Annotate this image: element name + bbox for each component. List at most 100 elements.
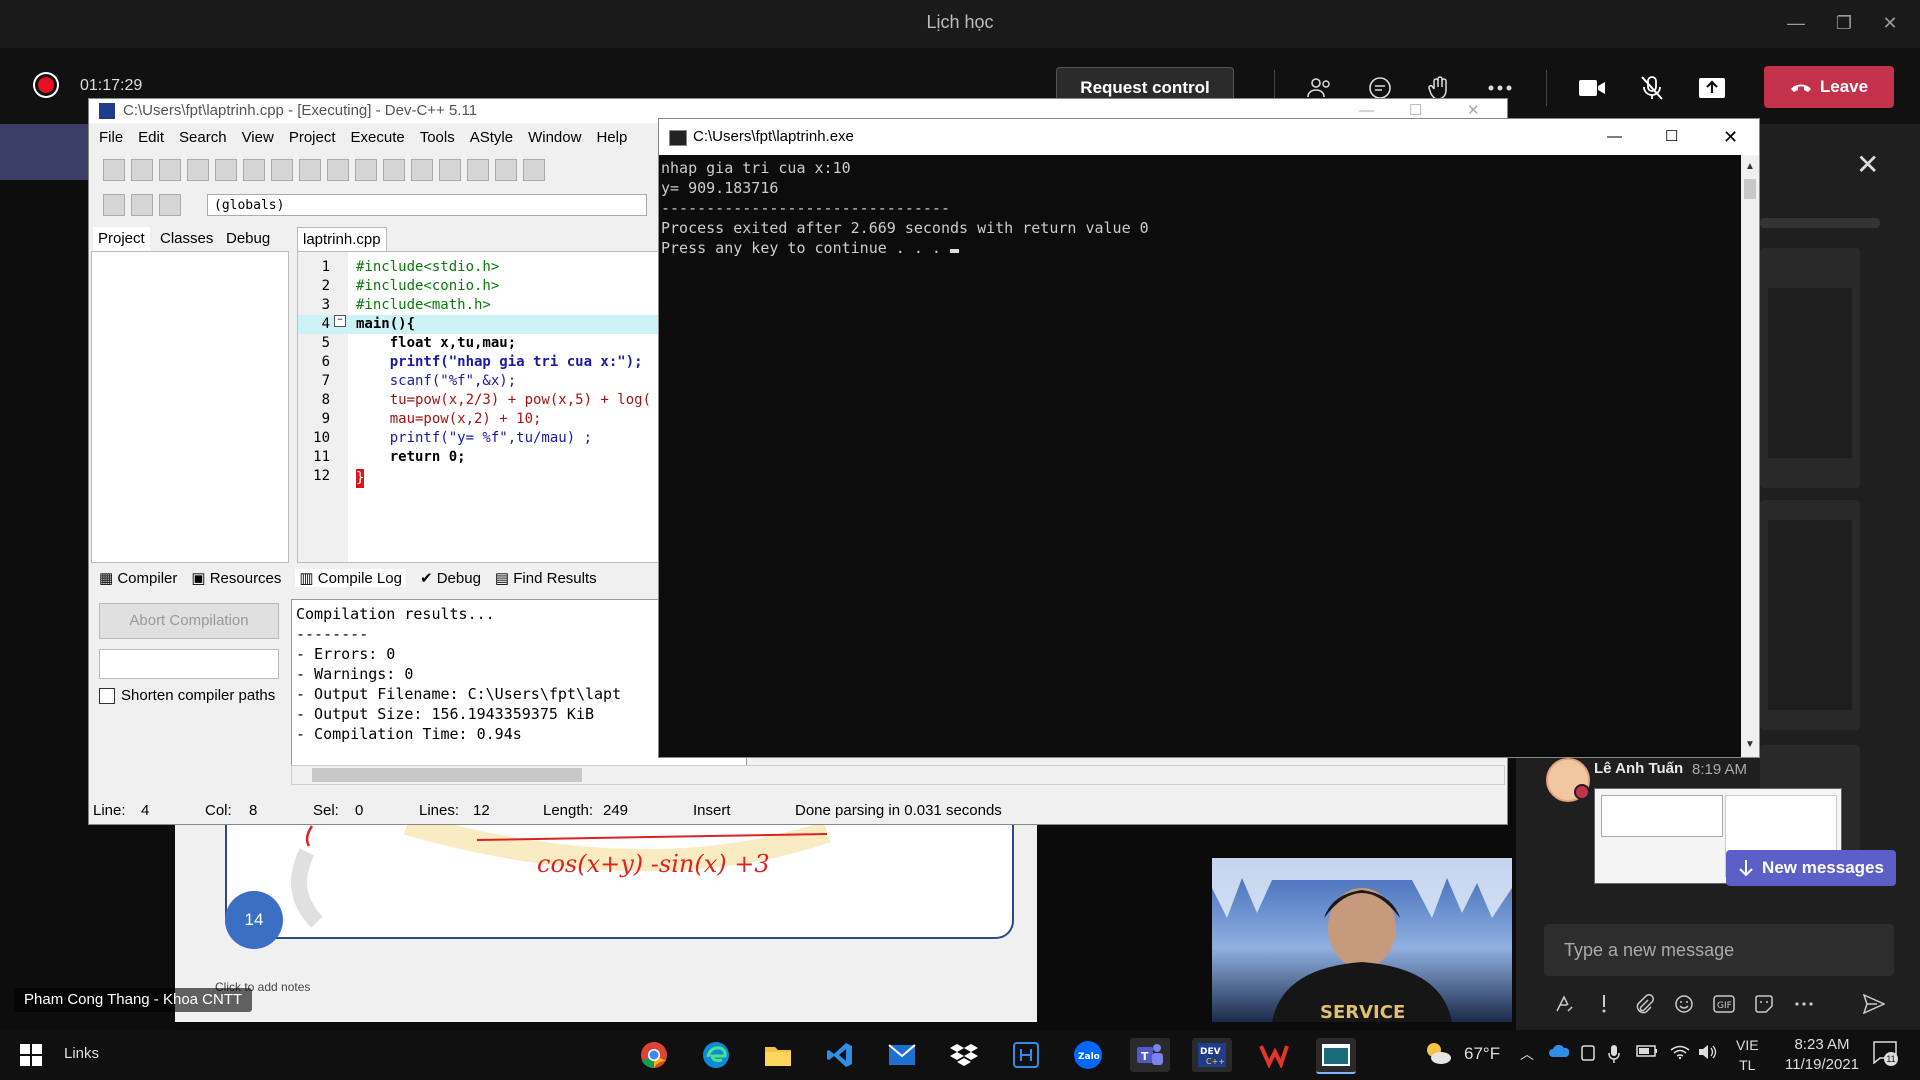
more-options-icon[interactable] (1788, 988, 1820, 1020)
menu-search[interactable]: Search (179, 129, 227, 151)
emoji-icon[interactable] (1668, 988, 1700, 1020)
start-button[interactable] (20, 1044, 42, 1071)
print-icon[interactable] (271, 159, 293, 181)
tab-project[interactable]: Project (93, 227, 150, 251)
abort-compilation-button[interactable]: Abort Compilation (99, 603, 279, 639)
comment-icon[interactable] (523, 159, 545, 181)
app-icon[interactable] (1006, 1038, 1046, 1072)
wifi-icon[interactable] (1670, 1044, 1690, 1064)
volume-icon[interactable] (1698, 1044, 1718, 1064)
input-language[interactable]: VIE TL (1736, 1035, 1759, 1075)
close-chat-icon[interactable]: ✕ (1856, 148, 1879, 181)
menu-project[interactable]: Project (289, 129, 336, 151)
notification-center-icon[interactable]: 11 (1872, 1040, 1898, 1069)
edge-icon[interactable] (696, 1038, 736, 1072)
new-project-icon[interactable] (103, 194, 125, 216)
close-all-icon[interactable] (243, 159, 265, 181)
menu-view[interactable]: View (242, 129, 274, 151)
send-icon[interactable] (1858, 988, 1890, 1020)
shared-image-card[interactable] (1760, 248, 1860, 488)
unindent-icon[interactable] (439, 159, 461, 181)
share-screen-icon[interactable] (1692, 68, 1732, 108)
back-icon[interactable] (467, 159, 489, 181)
tab-laptrinh-cpp[interactable]: laptrinh.cpp (297, 227, 387, 252)
console-scrollbar[interactable]: ▲ ▼ (1741, 155, 1759, 757)
forward-icon[interactable] (495, 159, 517, 181)
console-minimize-button[interactable]: — (1607, 119, 1622, 155)
file-explorer-icon[interactable] (758, 1038, 798, 1072)
links-toolbar[interactable]: Links (64, 1045, 99, 1062)
tab-compiler[interactable]: ▦ Compiler (99, 569, 177, 587)
menu-astyle[interactable]: AStyle (470, 129, 513, 151)
shorten-paths-option[interactable]: Shorten compiler paths (99, 687, 275, 704)
tab-find-results[interactable]: ▤ Find Results (495, 569, 597, 587)
bookmark-icon[interactable] (159, 194, 181, 216)
redo-icon[interactable] (327, 159, 349, 181)
clock[interactable]: 8:23 AM 11/19/2021 (1772, 1035, 1872, 1075)
participant-video-tile[interactable]: SERVICE (1212, 858, 1512, 1022)
weather-icon[interactable] (1424, 1040, 1452, 1071)
maximize-button[interactable]: ❐ (1824, 8, 1864, 38)
devcpp-taskbar-icon[interactable]: DEV C++ (1192, 1038, 1232, 1072)
dropbox-icon[interactable] (944, 1038, 984, 1072)
leave-button[interactable]: Leave (1764, 66, 1894, 108)
new-file-icon[interactable] (103, 159, 125, 181)
tab-debug[interactable]: Debug (221, 227, 275, 251)
menu-execute[interactable]: Execute (351, 129, 405, 151)
shared-image-card[interactable] (1760, 500, 1860, 730)
app-red-icon[interactable] (1254, 1038, 1294, 1072)
shorten-paths-checkbox[interactable] (99, 687, 115, 704)
important-icon[interactable] (1588, 988, 1620, 1020)
new-messages-button[interactable]: New messages (1726, 850, 1896, 886)
attach-icon[interactable] (1628, 988, 1660, 1020)
message-compose-input[interactable]: Type a new message (1544, 924, 1894, 976)
teams-icon[interactable]: T (1130, 1038, 1170, 1072)
zalo-icon[interactable]: Zalo (1068, 1038, 1108, 1072)
minimize-button[interactable]: — (1776, 8, 1816, 38)
horizontal-scrollbar[interactable] (291, 765, 1505, 785)
tab-compile-log[interactable]: ▥ Compile Log (295, 569, 406, 587)
menu-help[interactable]: Help (596, 129, 627, 151)
console-close-button[interactable]: ✕ (1723, 119, 1738, 155)
save-all-icon[interactable] (187, 159, 209, 181)
console-output[interactable]: nhap gia tri cua x:10 y= 909.183716 ----… (659, 155, 1741, 757)
camera-icon[interactable] (1572, 68, 1612, 108)
scrollbar-thumb[interactable] (312, 768, 582, 782)
close-file-icon[interactable] (215, 159, 237, 181)
console-maximize-button[interactable]: ☐ (1665, 119, 1678, 155)
mail-icon[interactable] (882, 1038, 922, 1072)
battery-icon[interactable] (1636, 1044, 1658, 1062)
add-file-icon[interactable] (131, 194, 153, 216)
menu-window[interactable]: Window (528, 129, 581, 151)
format-icon[interactable] (1548, 988, 1580, 1020)
console-taskbar-icon[interactable] (1316, 1038, 1356, 1074)
show-hidden-icons[interactable]: ︿ (1520, 1044, 1534, 1064)
gif-icon[interactable]: GIF (1708, 988, 1740, 1020)
menu-edit[interactable]: Edit (138, 129, 164, 151)
chrome-icon[interactable] (634, 1038, 674, 1072)
close-button[interactable]: ✕ (1870, 8, 1910, 38)
fold-toggle-icon[interactable]: − (334, 315, 346, 327)
onedrive-icon[interactable] (1548, 1044, 1570, 1062)
replace-icon[interactable] (383, 159, 405, 181)
scrollbar-thumb[interactable] (1744, 179, 1756, 199)
mic-muted-icon[interactable] (1632, 68, 1672, 108)
menu-tools[interactable]: Tools (420, 129, 455, 151)
sticker-icon[interactable] (1748, 988, 1780, 1020)
temperature[interactable]: 67°F (1464, 1044, 1500, 1064)
tab-resources[interactable]: ▣ Resources (191, 569, 281, 587)
find-icon[interactable] (355, 159, 377, 181)
tab-classes[interactable]: Classes (155, 227, 218, 251)
menu-file[interactable]: File (99, 129, 123, 151)
open-file-icon[interactable] (131, 159, 153, 181)
undo-icon[interactable] (299, 159, 321, 181)
microphone-icon[interactable] (1608, 1044, 1620, 1068)
tab-debug-bottom[interactable]: ✔ Debug (420, 569, 481, 587)
globals-dropdown[interactable]: (globals) (207, 194, 647, 216)
indent-icon[interactable] (411, 159, 433, 181)
scroll-down-icon[interactable]: ▼ (1745, 739, 1755, 750)
device-icon[interactable] (1580, 1044, 1596, 1066)
scroll-up-icon[interactable]: ▲ (1745, 161, 1755, 172)
save-icon[interactable] (159, 159, 181, 181)
vscode-icon[interactable] (820, 1038, 860, 1072)
